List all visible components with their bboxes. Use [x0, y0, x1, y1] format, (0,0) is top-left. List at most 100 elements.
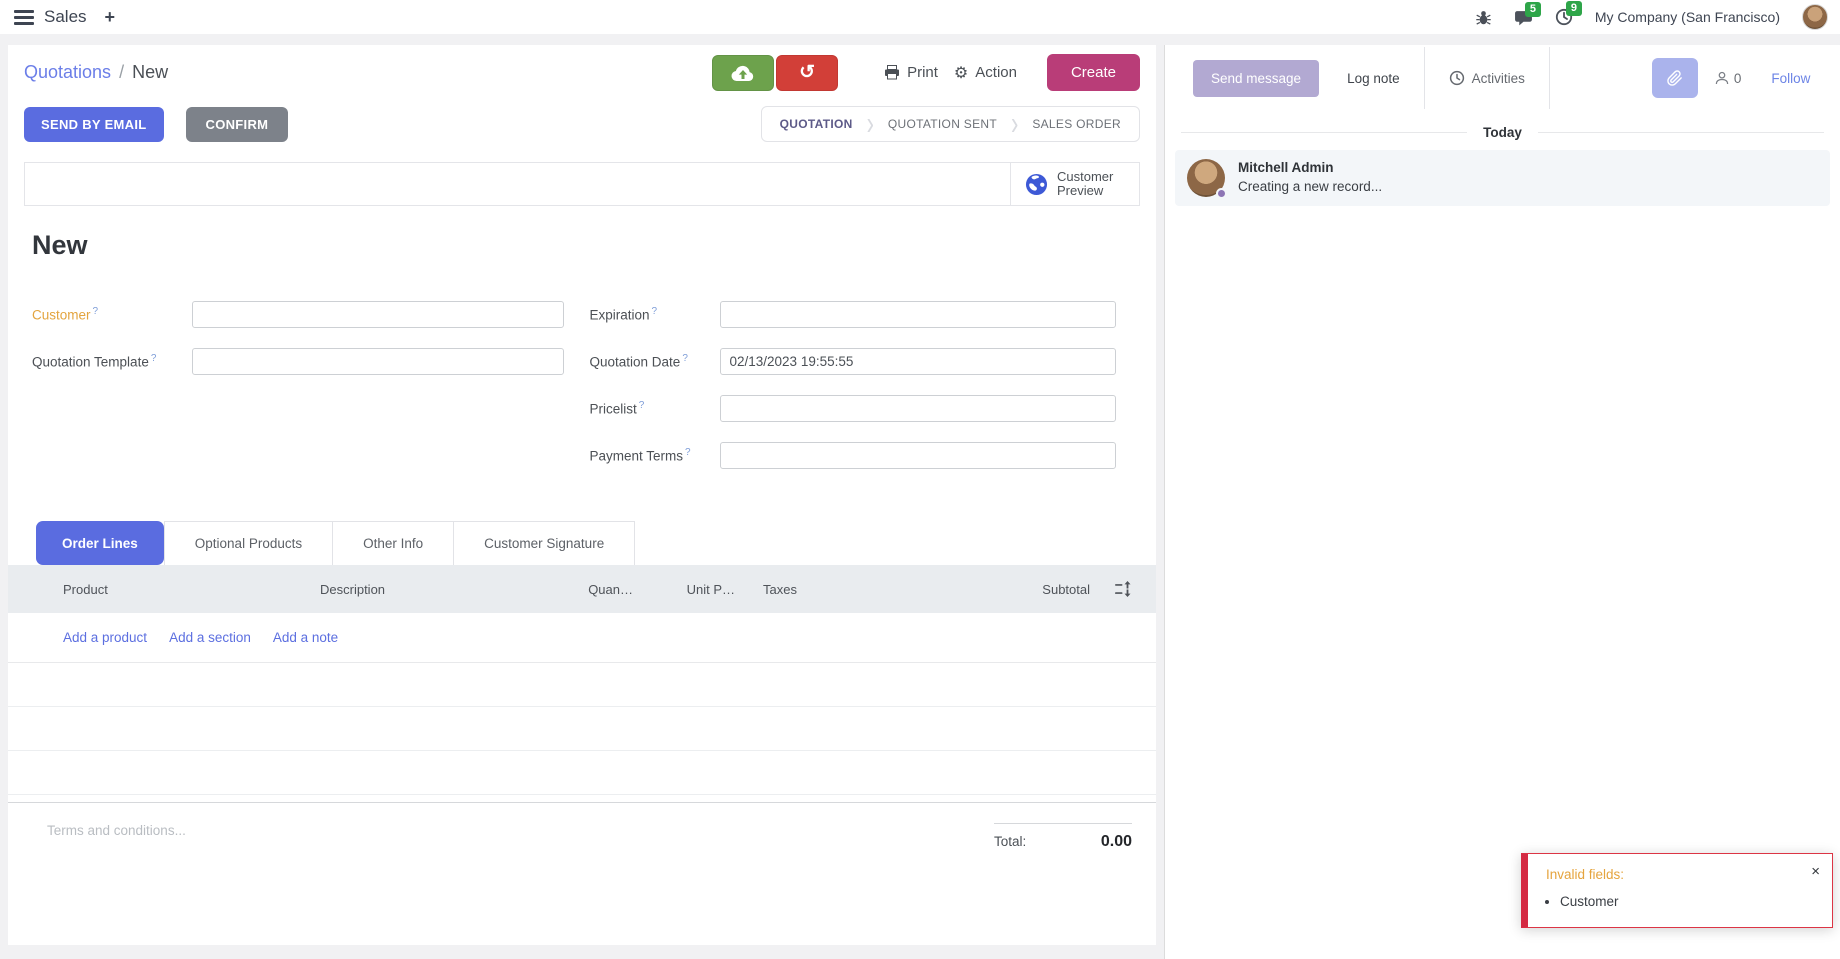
- breadcrumb: Quotations / New: [24, 62, 168, 83]
- empty-order-line: [8, 663, 1156, 707]
- create-button[interactable]: Create: [1047, 54, 1140, 91]
- customer-preview-button[interactable]: Customer Preview: [1010, 163, 1139, 205]
- breadcrumb-separator: /: [119, 62, 124, 83]
- attach-files-button[interactable]: [1652, 58, 1698, 98]
- chevron-right-icon: ›: [1011, 106, 1018, 142]
- column-quantity[interactable]: Quan…: [513, 582, 633, 597]
- add-a-note-link[interactable]: Add a note: [273, 630, 338, 645]
- chevron-right-icon: ›: [867, 106, 874, 142]
- send-message-button[interactable]: Send message: [1193, 60, 1319, 97]
- expiration-field-label: Expiration?: [590, 306, 720, 323]
- discard-changes-button[interactable]: ↺: [776, 55, 838, 91]
- help-icon[interactable]: ?: [685, 447, 691, 458]
- activities-menu[interactable]: 9: [1555, 8, 1573, 26]
- confirm-button[interactable]: CONFIRM: [186, 107, 289, 142]
- log-note-button[interactable]: Log note: [1347, 71, 1400, 86]
- chatter-toolbar: Send message Log note Activities 0 Follo…: [1165, 45, 1840, 111]
- pricelist-field[interactable]: [720, 395, 1116, 422]
- tab-optional-products[interactable]: Optional Products: [164, 521, 333, 565]
- message-body: Creating a new record...: [1238, 179, 1382, 194]
- apps-menu-icon[interactable]: [14, 10, 34, 25]
- step-quotation[interactable]: QUOTATION: [762, 107, 871, 141]
- column-unit-price[interactable]: Unit P…: [633, 582, 735, 597]
- save-record-button[interactable]: [712, 55, 774, 91]
- step-quotation-sent[interactable]: QUOTATION SENT: [870, 107, 1015, 141]
- column-product[interactable]: Product: [8, 582, 320, 597]
- adjust-columns-icon[interactable]: [1090, 581, 1156, 597]
- total-label: Total:: [994, 834, 1026, 849]
- activities-badge: 9: [1566, 1, 1582, 16]
- column-subtotal[interactable]: Subtotal: [830, 582, 1090, 597]
- presence-indicator: [1216, 188, 1227, 199]
- breadcrumb-quotations[interactable]: Quotations: [24, 62, 111, 83]
- order-lines-header: Product Description Quan… Unit P… Taxes …: [8, 565, 1156, 613]
- activities-label: Activities: [1472, 71, 1525, 86]
- form-view-panel: Quotations / New ↺ Print: [8, 45, 1156, 945]
- followers-button[interactable]: 0: [1714, 70, 1742, 86]
- send-by-email-button[interactable]: SEND BY EMAIL: [24, 107, 164, 142]
- undo-icon: ↺: [799, 61, 815, 84]
- payment-terms-field-label: Payment Terms?: [590, 447, 720, 464]
- tab-customer-signature[interactable]: Customer Signature: [454, 521, 635, 565]
- tab-other-info[interactable]: Other Info: [333, 521, 454, 565]
- print-button[interactable]: Print: [884, 64, 938, 81]
- paperclip-icon: [1666, 70, 1683, 87]
- help-icon[interactable]: ?: [93, 306, 99, 317]
- empty-order-line: [8, 751, 1156, 795]
- follow-button[interactable]: Follow: [1771, 71, 1810, 86]
- help-icon[interactable]: ?: [639, 400, 645, 411]
- expiration-field[interactable]: [720, 301, 1116, 328]
- company-switcher[interactable]: My Company (San Francisco): [1595, 9, 1780, 25]
- pricelist-field-label: Pricelist?: [590, 400, 720, 417]
- add-a-section-link[interactable]: Add a section: [169, 630, 251, 645]
- total-value: 0.00: [1101, 833, 1132, 851]
- order-lines-add-row: Add a product Add a section Add a note: [8, 613, 1156, 663]
- chatter-panel: Send message Log note Activities 0 Follo…: [1164, 45, 1840, 959]
- customer-field-label: Customer?: [32, 306, 192, 323]
- quotation-template-field[interactable]: [192, 348, 564, 375]
- form-sheet: Customer Preview New Customer? Quotation…: [8, 148, 1156, 479]
- payment-terms-field[interactable]: [720, 442, 1116, 469]
- step-sales-order[interactable]: SALES ORDER: [1014, 107, 1139, 141]
- chatter-message[interactable]: Mitchell Admin Creating a new record...: [1175, 150, 1830, 206]
- quotation-date-field-label: Quotation Date?: [590, 353, 720, 370]
- breadcrumb-current: New: [132, 62, 168, 83]
- customer-field[interactable]: [192, 301, 564, 328]
- help-icon[interactable]: ?: [652, 306, 658, 317]
- quotation-template-field-label: Quotation Template?: [32, 353, 192, 370]
- toolbar-divider: [1424, 47, 1425, 109]
- quotation-date-field[interactable]: [720, 348, 1116, 375]
- help-icon[interactable]: ?: [151, 353, 157, 364]
- customer-preview-label: Customer Preview: [1057, 170, 1125, 199]
- debug-bug-icon[interactable]: [1475, 9, 1492, 26]
- close-icon[interactable]: ×: [1811, 864, 1820, 879]
- app-name[interactable]: Sales: [44, 7, 87, 27]
- print-label: Print: [907, 64, 938, 81]
- sheet-footer: Terms and conditions... Total: 0.00: [8, 802, 1156, 851]
- record-title: New: [32, 230, 1140, 261]
- empty-order-line: [8, 707, 1156, 751]
- add-a-product-link[interactable]: Add a product: [63, 630, 147, 645]
- messages-menu[interactable]: 5: [1514, 9, 1533, 26]
- clock-icon: [1449, 70, 1465, 86]
- button-box: Customer Preview: [24, 162, 1140, 206]
- cloud-upload-icon: [730, 63, 756, 83]
- column-taxes[interactable]: Taxes: [735, 582, 830, 597]
- terms-and-conditions-field[interactable]: Terms and conditions...: [32, 823, 186, 851]
- statusbar: SEND BY EMAIL CONFIRM QUOTATION › QUOTAT…: [8, 100, 1156, 148]
- schedule-activity-button[interactable]: Activities: [1449, 70, 1525, 86]
- new-tab-plus-icon[interactable]: +: [105, 7, 116, 28]
- tab-order-lines[interactable]: Order Lines: [36, 521, 164, 565]
- printer-icon: [884, 65, 900, 80]
- user-avatar[interactable]: [1802, 4, 1828, 30]
- globe-icon: [1025, 173, 1048, 196]
- help-icon[interactable]: ?: [682, 353, 688, 364]
- action-button[interactable]: ⚙ Action: [954, 63, 1017, 83]
- messages-badge: 5: [1525, 2, 1541, 17]
- today-divider: Today: [1165, 125, 1840, 140]
- toast-title: Invalid fields:: [1546, 867, 1818, 882]
- today-label: Today: [1483, 125, 1522, 140]
- author-avatar: [1187, 159, 1225, 197]
- top-navbar: Sales + 5 9 My Company (San Francisco): [0, 0, 1840, 34]
- column-description[interactable]: Description: [320, 582, 513, 597]
